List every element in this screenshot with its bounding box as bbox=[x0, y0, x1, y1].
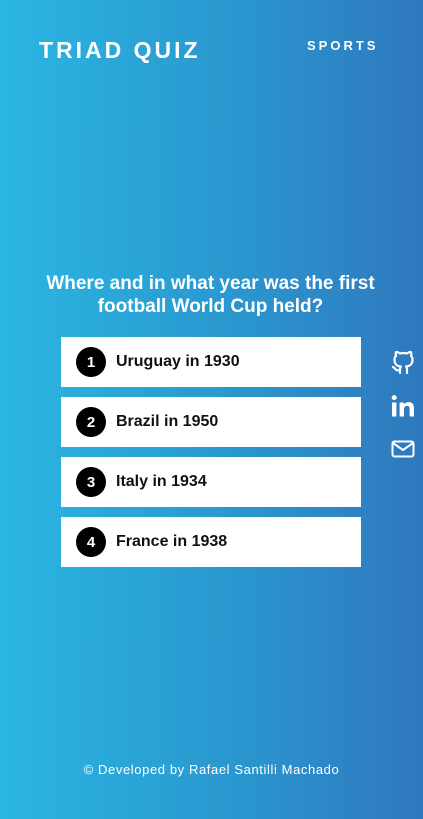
answer-number-badge: 4 bbox=[76, 527, 106, 557]
answer-option-3[interactable]: 3 Italy in 1934 bbox=[61, 457, 361, 507]
answer-option-4[interactable]: 4 France in 1938 bbox=[61, 517, 361, 567]
linkedin-link[interactable] bbox=[391, 394, 415, 418]
email-link[interactable] bbox=[391, 437, 415, 461]
social-links bbox=[391, 351, 415, 480]
linkedin-icon bbox=[391, 395, 414, 417]
question-text: Where and in what year was the first foo… bbox=[46, 273, 375, 317]
answer-number-badge: 1 bbox=[76, 347, 106, 377]
github-icon bbox=[391, 351, 414, 375]
app-title: TRIAD QUIZ bbox=[39, 37, 201, 63]
answer-text: Brazil in 1950 bbox=[116, 413, 219, 430]
answer-list: 1 Uruguay in 1930 2 Brazil in 1950 3 Ita… bbox=[61, 337, 361, 577]
answer-text: France in 1938 bbox=[116, 533, 228, 550]
github-link[interactable] bbox=[391, 351, 415, 375]
answer-number-badge: 2 bbox=[76, 407, 106, 437]
answer-option-1[interactable]: 1 Uruguay in 1930 bbox=[61, 337, 361, 387]
answer-text: Uruguay in 1930 bbox=[116, 353, 240, 370]
email-icon bbox=[391, 440, 415, 458]
footer-credits: © Developed by Rafael Santilli Machado bbox=[83, 762, 340, 777]
answer-text: Italy in 1934 bbox=[116, 473, 207, 490]
answer-number-badge: 3 bbox=[76, 467, 106, 497]
answer-option-2[interactable]: 2 Brazil in 1950 bbox=[61, 397, 361, 447]
category-label: SPORTS bbox=[307, 38, 379, 53]
